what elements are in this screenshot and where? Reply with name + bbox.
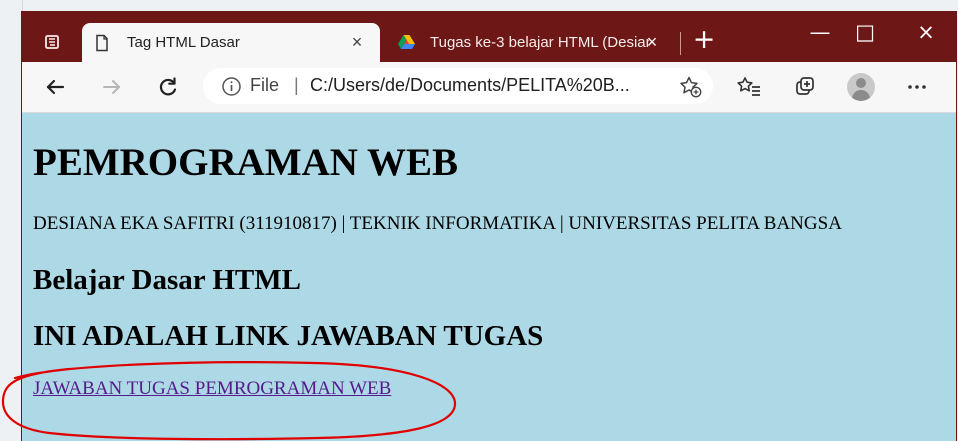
back-arrow-icon (46, 79, 65, 95)
section-title: Belajar Dasar HTML (33, 264, 301, 296)
tab-actions-icon (45, 35, 59, 49)
info-icon[interactable] (220, 75, 242, 97)
more-button[interactable] (900, 70, 934, 104)
profile-button[interactable] (844, 70, 878, 104)
web-page-content: PEMROGRAMAN WEB DESIANA EKA SAFITRI (311… (22, 113, 956, 441)
collections-button[interactable] (788, 70, 822, 104)
tab-divider (680, 32, 681, 55)
back-button[interactable] (38, 70, 72, 104)
forward-arrow-icon (103, 80, 120, 94)
browser-toolbar: File | C:/Users/de/Documents/PELITA%20B.… (22, 62, 956, 113)
google-drive-icon (397, 34, 416, 51)
address-scheme: File (250, 75, 280, 95)
address-url[interactable]: C:/Users/de/Documents/PELITA%20B... (310, 75, 660, 96)
more-icon (908, 85, 926, 89)
profile-avatar-icon (847, 73, 875, 101)
page-icon (94, 34, 110, 51)
favorites-button[interactable] (732, 70, 766, 104)
minimize-button[interactable]: — (800, 19, 840, 45)
collections-icon (796, 77, 814, 95)
favorites-icon (736, 77, 760, 96)
address-bar[interactable]: File | C:/Users/de/Documents/PELITA%20B.… (203, 68, 713, 104)
close-tab-button[interactable]: × (348, 33, 366, 51)
refresh-icon (159, 77, 177, 96)
close-window-button[interactable]: × (906, 19, 946, 45)
refresh-button[interactable] (151, 70, 185, 104)
forward-button[interactable] (95, 70, 129, 104)
maximize-button[interactable]: □ (845, 19, 885, 45)
browser-window: Tag HTML Dasar × Tugas ke-3 belajar HTML… (22, 12, 956, 441)
close-tab-button[interactable]: × (643, 33, 661, 51)
inactive-tab-title: Tugas ke-3 belajar HTML (Desiana (430, 34, 650, 51)
answer-section-title: INI ADALAH LINK JAWABAN TUGAS (33, 320, 544, 352)
tab-tugas-google-drive[interactable]: Tugas ke-3 belajar HTML (Desiana × (383, 23, 675, 62)
page-title: PEMROGRAMAN WEB (33, 141, 459, 184)
active-tab-title: Tag HTML Dasar (127, 34, 240, 51)
browser-titlebar: Tag HTML Dasar × Tugas ke-3 belajar HTML… (22, 12, 956, 62)
new-tab-button[interactable]: + (692, 26, 716, 53)
student-info-line: DESIANA EKA SAFITRI (311910817) | TEKNIK… (33, 213, 842, 234)
add-favorite-icon[interactable] (677, 73, 703, 99)
tab-actions-button[interactable] (33, 23, 71, 61)
answer-link[interactable]: JAWABAN TUGAS PEMROGRAMAN WEB (33, 378, 391, 400)
address-separator: | (294, 75, 299, 95)
tab-tag-html-dasar[interactable]: Tag HTML Dasar × (82, 23, 380, 62)
background-strip (0, 0, 23, 441)
screen-stage: Tag HTML Dasar × Tugas ke-3 belajar HTML… (0, 0, 958, 441)
